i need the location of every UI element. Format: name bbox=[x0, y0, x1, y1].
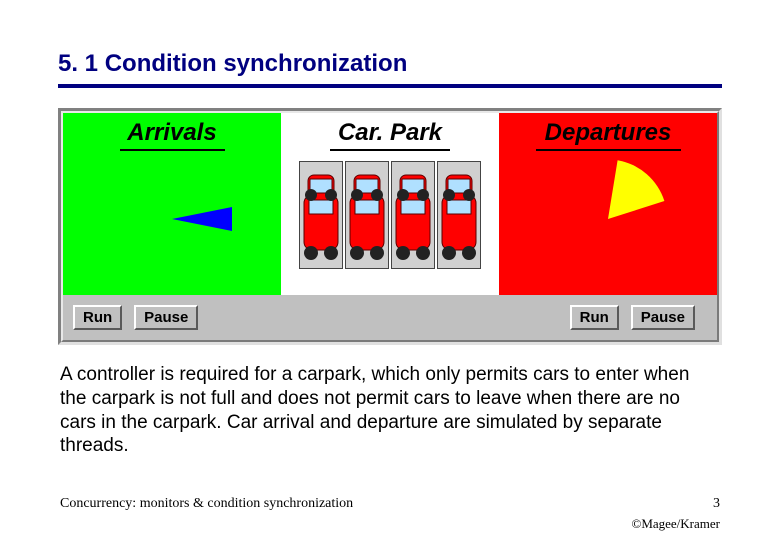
car-icon bbox=[346, 165, 388, 265]
departures-panel: Departures bbox=[499, 113, 717, 295]
controls-gap bbox=[210, 305, 569, 330]
arrivals-title: Arrivals bbox=[127, 119, 216, 147]
arrivals-run-button[interactable]: Run bbox=[73, 305, 122, 330]
arrivals-pie-svg bbox=[112, 159, 232, 279]
section-heading: 5. 1 Condition synchronization bbox=[0, 0, 780, 84]
description-text: A controller is required for a carpark, … bbox=[60, 363, 720, 458]
car-icon bbox=[300, 165, 342, 265]
footer-left: Concurrency: monitors & condition synchr… bbox=[60, 496, 353, 512]
carpark-applet: Arrivals Car. Park bbox=[58, 108, 722, 345]
car-slot bbox=[299, 161, 343, 269]
car-slot bbox=[437, 161, 481, 269]
controls-row: Run Pause Run Pause bbox=[63, 295, 717, 340]
arrivals-underline bbox=[120, 149, 225, 151]
car-slots bbox=[299, 161, 481, 269]
footer-page-number: 3 bbox=[713, 496, 720, 512]
panels-row: Arrivals Car. Park bbox=[63, 113, 717, 295]
applet-inner: Arrivals Car. Park bbox=[61, 111, 719, 342]
slide-footer: Concurrency: monitors & condition synchr… bbox=[60, 496, 720, 512]
departures-run-button[interactable]: Run bbox=[570, 305, 619, 330]
arrivals-panel: Arrivals bbox=[63, 113, 281, 295]
departures-pie-svg bbox=[548, 159, 668, 279]
carpark-panel: Car. Park bbox=[281, 113, 499, 295]
car-slot bbox=[345, 161, 389, 269]
departures-pie bbox=[548, 159, 668, 279]
car-slot bbox=[391, 161, 435, 269]
departures-title: Departures bbox=[545, 119, 672, 147]
departures-underline bbox=[536, 149, 681, 151]
arrivals-pie bbox=[112, 159, 232, 279]
carpark-title: Car. Park bbox=[338, 119, 442, 147]
copyright-text: ©Magee/Kramer bbox=[631, 516, 720, 532]
arrivals-pause-button[interactable]: Pause bbox=[134, 305, 198, 330]
car-icon bbox=[438, 165, 480, 265]
heading-rule bbox=[58, 84, 722, 88]
departures-pause-button[interactable]: Pause bbox=[631, 305, 695, 330]
carpark-underline bbox=[330, 149, 450, 151]
car-icon bbox=[392, 165, 434, 265]
